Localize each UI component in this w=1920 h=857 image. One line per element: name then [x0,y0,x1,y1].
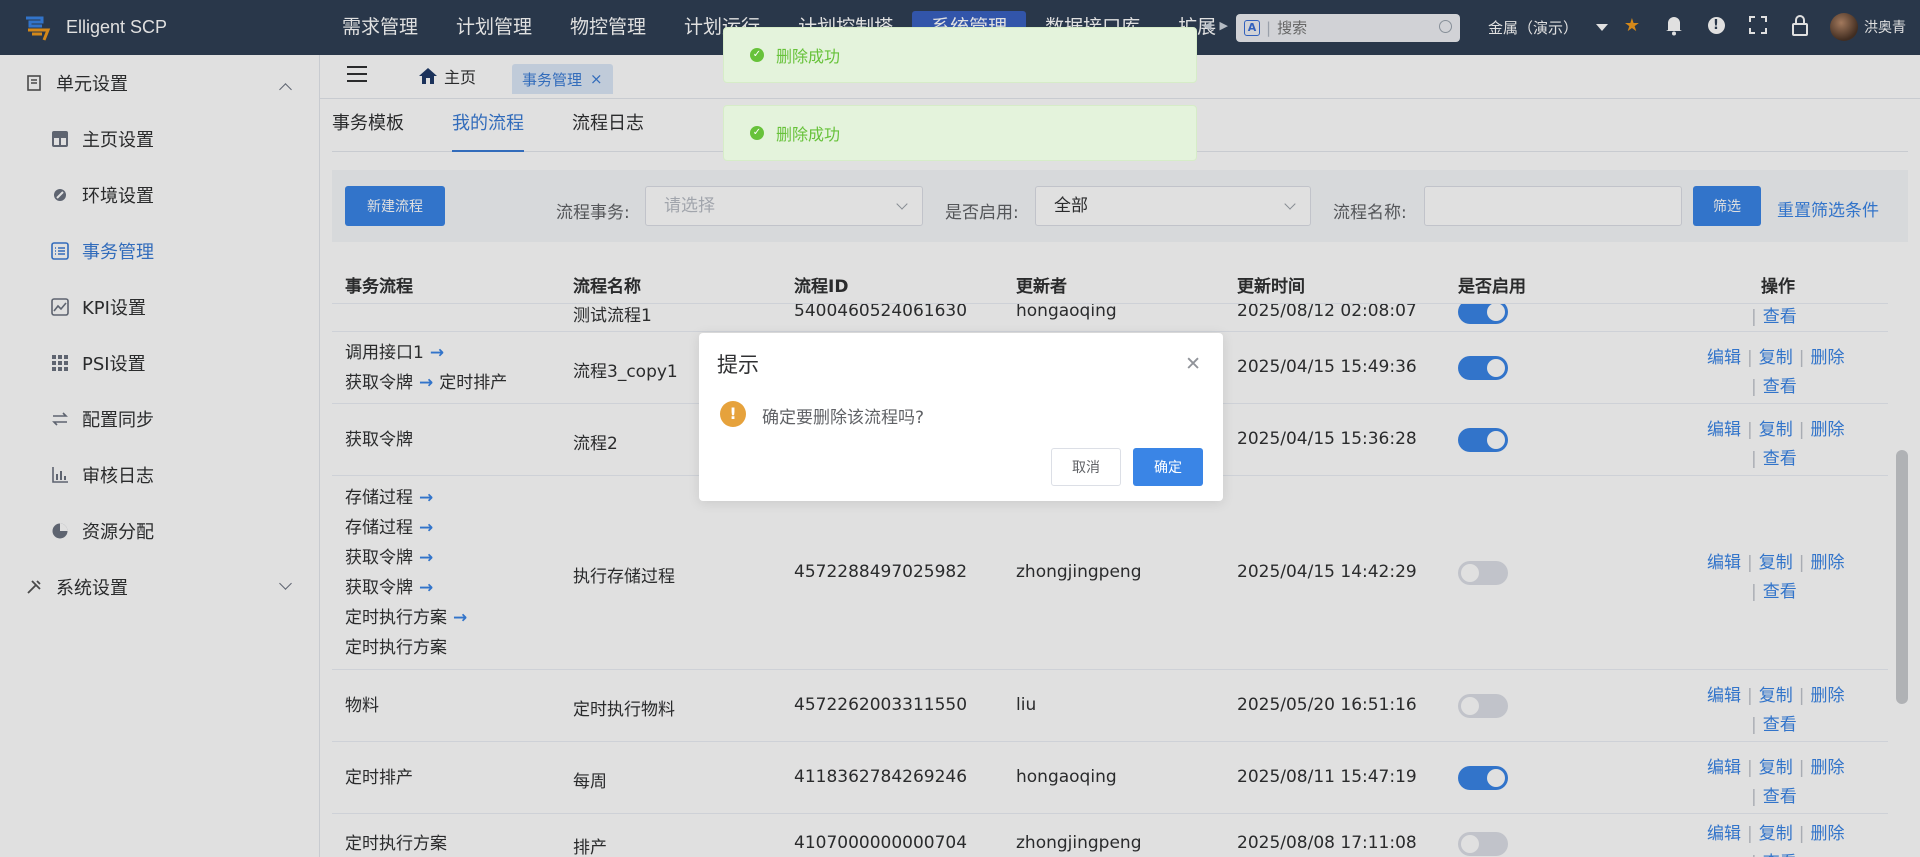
toast-message: 删除成功 [776,125,841,144]
toast-success: ✓ 删除成功 [723,105,1197,161]
dialog-title: 提示 [717,353,759,377]
confirm-button[interactable]: 确定 [1133,448,1203,486]
check-circle-icon: ✓ [750,48,764,62]
confirm-dialog: 提示 ✕ ! 确定要删除该流程吗? 取消 确定 [699,333,1223,501]
check-circle-icon: ✓ [750,126,764,140]
dialog-message: 确定要删除该流程吗? [762,408,925,428]
warning-icon: ! [720,401,746,427]
toast-success: ✓ 删除成功 [723,27,1197,83]
cancel-button[interactable]: 取消 [1051,448,1121,486]
toast-message: 删除成功 [776,47,841,66]
close-icon[interactable]: ✕ [1185,353,1201,375]
